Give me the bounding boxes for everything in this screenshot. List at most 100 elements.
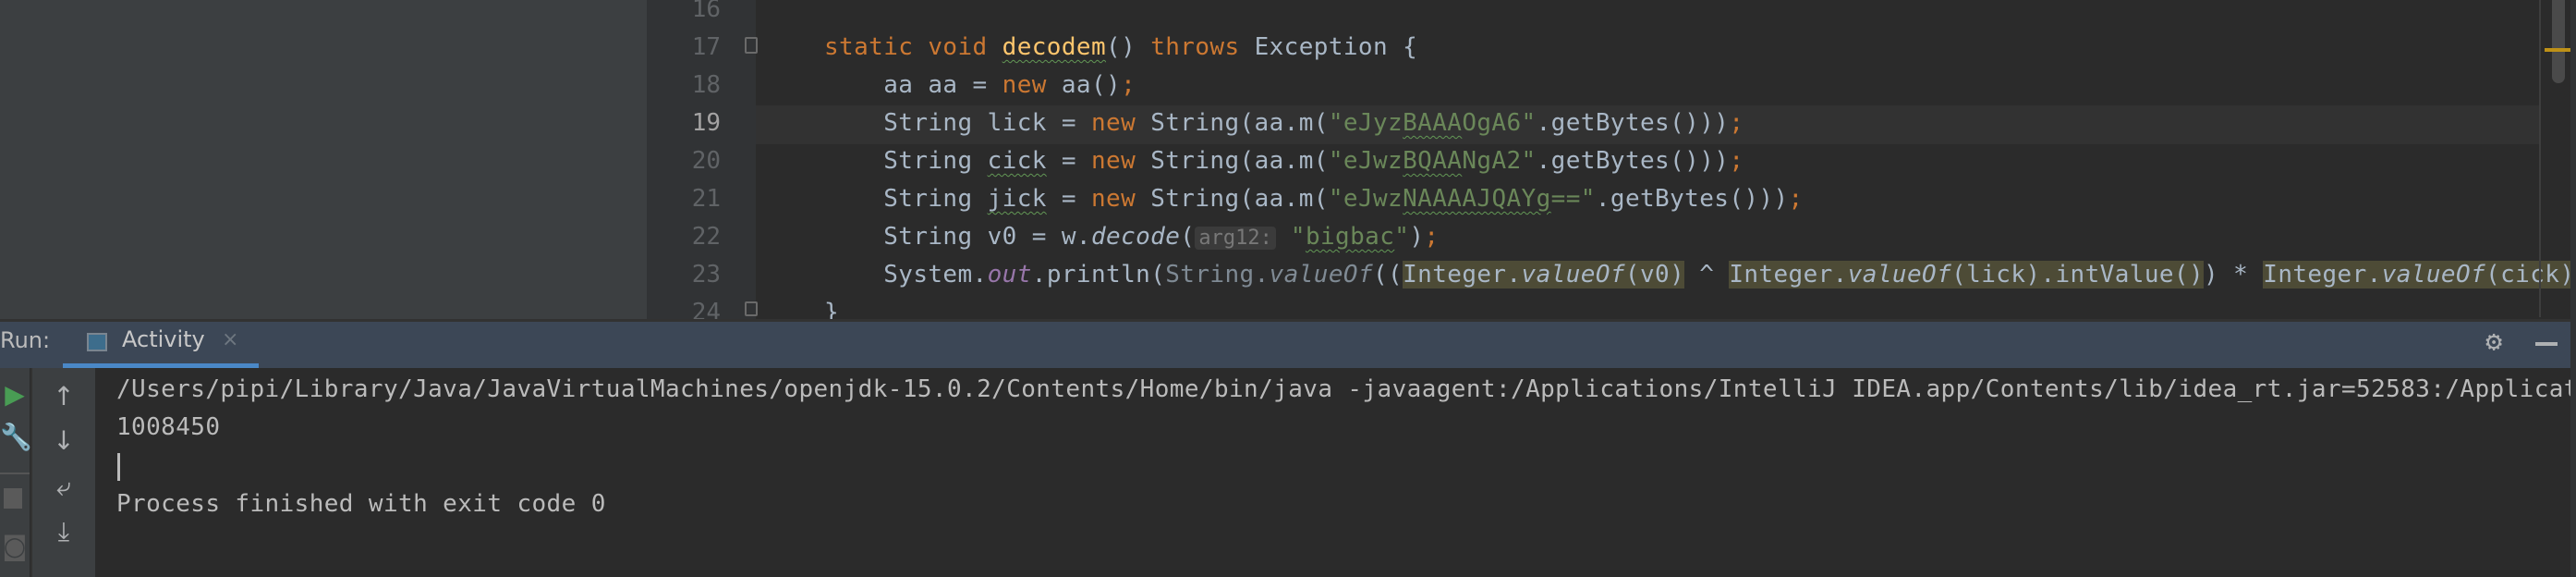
code-token: NgA2" — [1462, 147, 1537, 175]
code-token: aa() — [1061, 71, 1122, 99]
code-token: "eJwz — [1328, 185, 1403, 213]
code-token: = — [1046, 147, 1091, 175]
console-line: Process finished with exit code 0 — [116, 490, 606, 518]
editor-scrollbar[interactable] — [2552, 0, 2565, 83]
tab-label: Activity — [122, 326, 205, 352]
code-token: (v0) — [1624, 261, 1685, 288]
camera-icon[interactable]: ◙ — [0, 531, 30, 561]
right-tool-strip — [2570, 0, 2576, 577]
window-icon — [87, 333, 107, 351]
code-token: jick — [987, 185, 1047, 213]
soft-wrap-icon[interactable]: ⤶ — [32, 472, 95, 503]
code-token: valueOf — [1521, 261, 1625, 288]
fold-icon[interactable] — [745, 301, 758, 316]
code-token: .getBytes())) — [1536, 109, 1730, 137]
code-token: " — [1394, 223, 1410, 251]
code-token: () — [1106, 33, 1151, 61]
code-token: new — [1090, 109, 1151, 137]
rerun-icon[interactable]: ▶ — [0, 379, 30, 410]
code-token: BQAA — [1403, 147, 1463, 175]
code-token: .getBytes())) — [1595, 185, 1789, 213]
code-token: ( — [1180, 223, 1196, 251]
text-caret — [117, 453, 120, 481]
code-token: String(aa.m( — [1150, 147, 1329, 175]
code-token: .println( — [1031, 261, 1166, 288]
code-token: ^ — [1684, 261, 1730, 288]
code-token: aa aa = — [824, 71, 1002, 99]
code-token: ; — [1729, 109, 1744, 137]
code-token: out — [987, 261, 1032, 288]
line-number: 22 — [691, 223, 721, 251]
code-token: new — [1002, 71, 1062, 99]
code-token: ; — [1121, 71, 1136, 99]
warning-marker[interactable] — [2545, 48, 2570, 52]
code-token: Exception { — [1254, 33, 1418, 61]
code-token: String lick = — [824, 109, 1091, 137]
console-toolbar: ↑ ↓ ⤶ ⤓ — [30, 368, 95, 577]
console-output[interactable]: /Users/pipi/Library/Java/JavaVirtualMach… — [95, 368, 2576, 577]
code-token: String. — [1165, 261, 1270, 288]
line-number: 19 — [691, 109, 721, 137]
stop-icon[interactable] — [4, 488, 22, 509]
code-token: String — [824, 185, 988, 213]
scroll-to-end-icon[interactable]: ⤓ — [32, 516, 95, 547]
code-token: Integer. — [1729, 261, 1848, 288]
code-token: "eJyz — [1328, 109, 1403, 137]
wrench-icon[interactable]: 🔧 — [0, 422, 32, 452]
code-token: ; — [1788, 185, 1804, 213]
code-token: decodem — [1002, 33, 1107, 61]
arrow-up-icon[interactable]: ↑ — [32, 381, 95, 411]
line-number: 23 — [691, 261, 721, 288]
code-token: Integer. — [1403, 261, 1522, 288]
code-token: (( — [1373, 261, 1403, 288]
parameter-hint: arg12: — [1195, 227, 1276, 250]
code-token: .getBytes())) — [1536, 147, 1730, 175]
code-token: valueOf — [1269, 261, 1373, 288]
code-token: decode — [1090, 223, 1181, 251]
code-token: BAAA — [1403, 109, 1463, 137]
code-token: throws — [1150, 33, 1255, 61]
code-token: static void — [824, 33, 1002, 61]
fold-icon[interactable] — [745, 37, 758, 54]
code-line: String lick = new String(aa.m("eJyzBAAAO… — [824, 104, 1744, 142]
code-token: System. — [824, 261, 988, 288]
project-pane — [0, 0, 647, 319]
close-icon[interactable]: × — [222, 328, 238, 351]
code-token: (cick) — [2485, 261, 2575, 288]
code-token: OgA6" — [1462, 109, 1537, 137]
code-token: (lick).intValue() — [1951, 261, 2205, 288]
code-token: valueOf — [1847, 261, 1952, 288]
code-token: = — [1046, 185, 1091, 213]
minimize-icon[interactable] — [2535, 342, 2558, 346]
arrow-down-icon[interactable]: ↓ — [32, 425, 95, 456]
line-number: 21 — [691, 185, 721, 213]
code-token: ) — [1409, 223, 1425, 251]
code-token: String v0 = w. — [824, 223, 1091, 251]
run-label: Run: — [0, 327, 51, 353]
gear-icon[interactable]: ⚙ — [2485, 325, 2502, 358]
code-token: cick — [987, 147, 1047, 175]
divider — [0, 473, 30, 474]
code-token: bigbac — [1305, 223, 1395, 251]
code-token: ) * — [2204, 261, 2264, 288]
code-line: String v0 = w.decode(arg12: "bigbac"); — [824, 218, 1439, 256]
code-token: "eJwz — [1328, 147, 1403, 175]
line-number: 16 — [691, 0, 721, 23]
line-number: 17 — [691, 33, 721, 61]
console-line: 1008450 — [116, 413, 221, 441]
code-token: NAAAAJQAYg — [1403, 185, 1551, 213]
run-tool-window-header: Run: Activity × ⚙ — [0, 319, 2570, 368]
code-line: System.out.println(String.valueOf((Integ… — [824, 256, 2575, 294]
code-token: String(aa.m( — [1150, 109, 1329, 137]
code-token: valueOf — [2381, 261, 2486, 288]
right-margin-guide — [2539, 0, 2541, 317]
code-token: String — [824, 147, 988, 175]
code-line: String jick = new String(aa.m("eJwzNAAAA… — [824, 180, 1804, 218]
console-line: /Users/pipi/Library/Java/JavaVirtualMach… — [116, 375, 2576, 403]
code-token: new — [1090, 185, 1151, 213]
code-line: static void decodem() throws Exception { — [824, 29, 1417, 67]
code-token: ; — [1424, 223, 1440, 251]
code-token: ; — [1729, 147, 1744, 175]
tab-activity[interactable]: Activity × — [63, 322, 259, 368]
code-token: " — [1275, 223, 1306, 251]
